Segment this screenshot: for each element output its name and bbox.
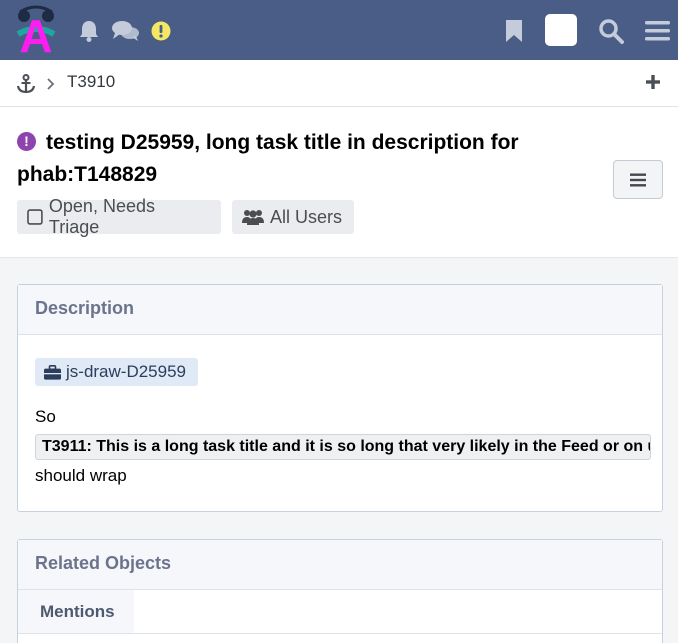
breadcrumb-item-task[interactable]: T3910 (67, 72, 115, 92)
status-badge: Open, Needs Triage (17, 196, 221, 237)
visibility-label: All Users (270, 206, 343, 227)
description-heading: Description (35, 298, 135, 318)
description-text-continued: should wrap (35, 466, 127, 485)
description-text: So (35, 407, 56, 426)
profile-avatar[interactable] (545, 14, 577, 46)
tab-mentions-label: Mentions (40, 602, 115, 621)
hamburger-icon (630, 173, 646, 186)
project-tag[interactable]: js-draw-D25959 (35, 358, 198, 386)
briefcase-icon (44, 364, 61, 380)
description-panel: Description js-draw-D25959 So T3911: Thi… (17, 284, 663, 512)
task-header: ! testing D25959, long task title in des… (0, 107, 678, 258)
bell-icon[interactable] (78, 16, 100, 46)
users-icon (242, 210, 264, 225)
chat-icon[interactable] (111, 16, 139, 46)
app-logo[interactable]: A (14, 4, 58, 62)
page-title: testing D25959, long task title in descr… (17, 131, 519, 186)
related-objects-header: Related Objects (18, 540, 662, 590)
breadcrumb: T3910 (0, 60, 678, 107)
visibility-badge: All Users (232, 200, 354, 234)
menu-icon[interactable] (644, 16, 670, 46)
related-objects-heading: Related Objects (35, 553, 172, 573)
status-label: Open, Needs Triage (48, 196, 155, 237)
bookmark-icon[interactable] (504, 16, 524, 46)
actions-menu-button[interactable] (613, 160, 663, 199)
related-objects-panel: Related Objects Mentions (17, 539, 663, 643)
description-header: Description (18, 285, 662, 335)
plus-icon[interactable] (645, 74, 661, 90)
search-icon[interactable] (597, 16, 625, 46)
tab-divider (18, 633, 662, 634)
alert-icon[interactable] (150, 16, 172, 46)
chevron-right-icon (47, 78, 55, 90)
tab-mentions[interactable]: Mentions (18, 590, 134, 634)
top-bar: A (0, 0, 678, 62)
logo-letter: A (19, 10, 52, 56)
checkbox-icon (27, 209, 43, 225)
task-reference-link[interactable]: T3911: This is a long task title and it … (35, 434, 651, 460)
project-tag-label: js-draw-D25959 (66, 362, 186, 381)
anchor-icon[interactable] (16, 74, 36, 94)
logo-icon: A (16, 5, 56, 62)
